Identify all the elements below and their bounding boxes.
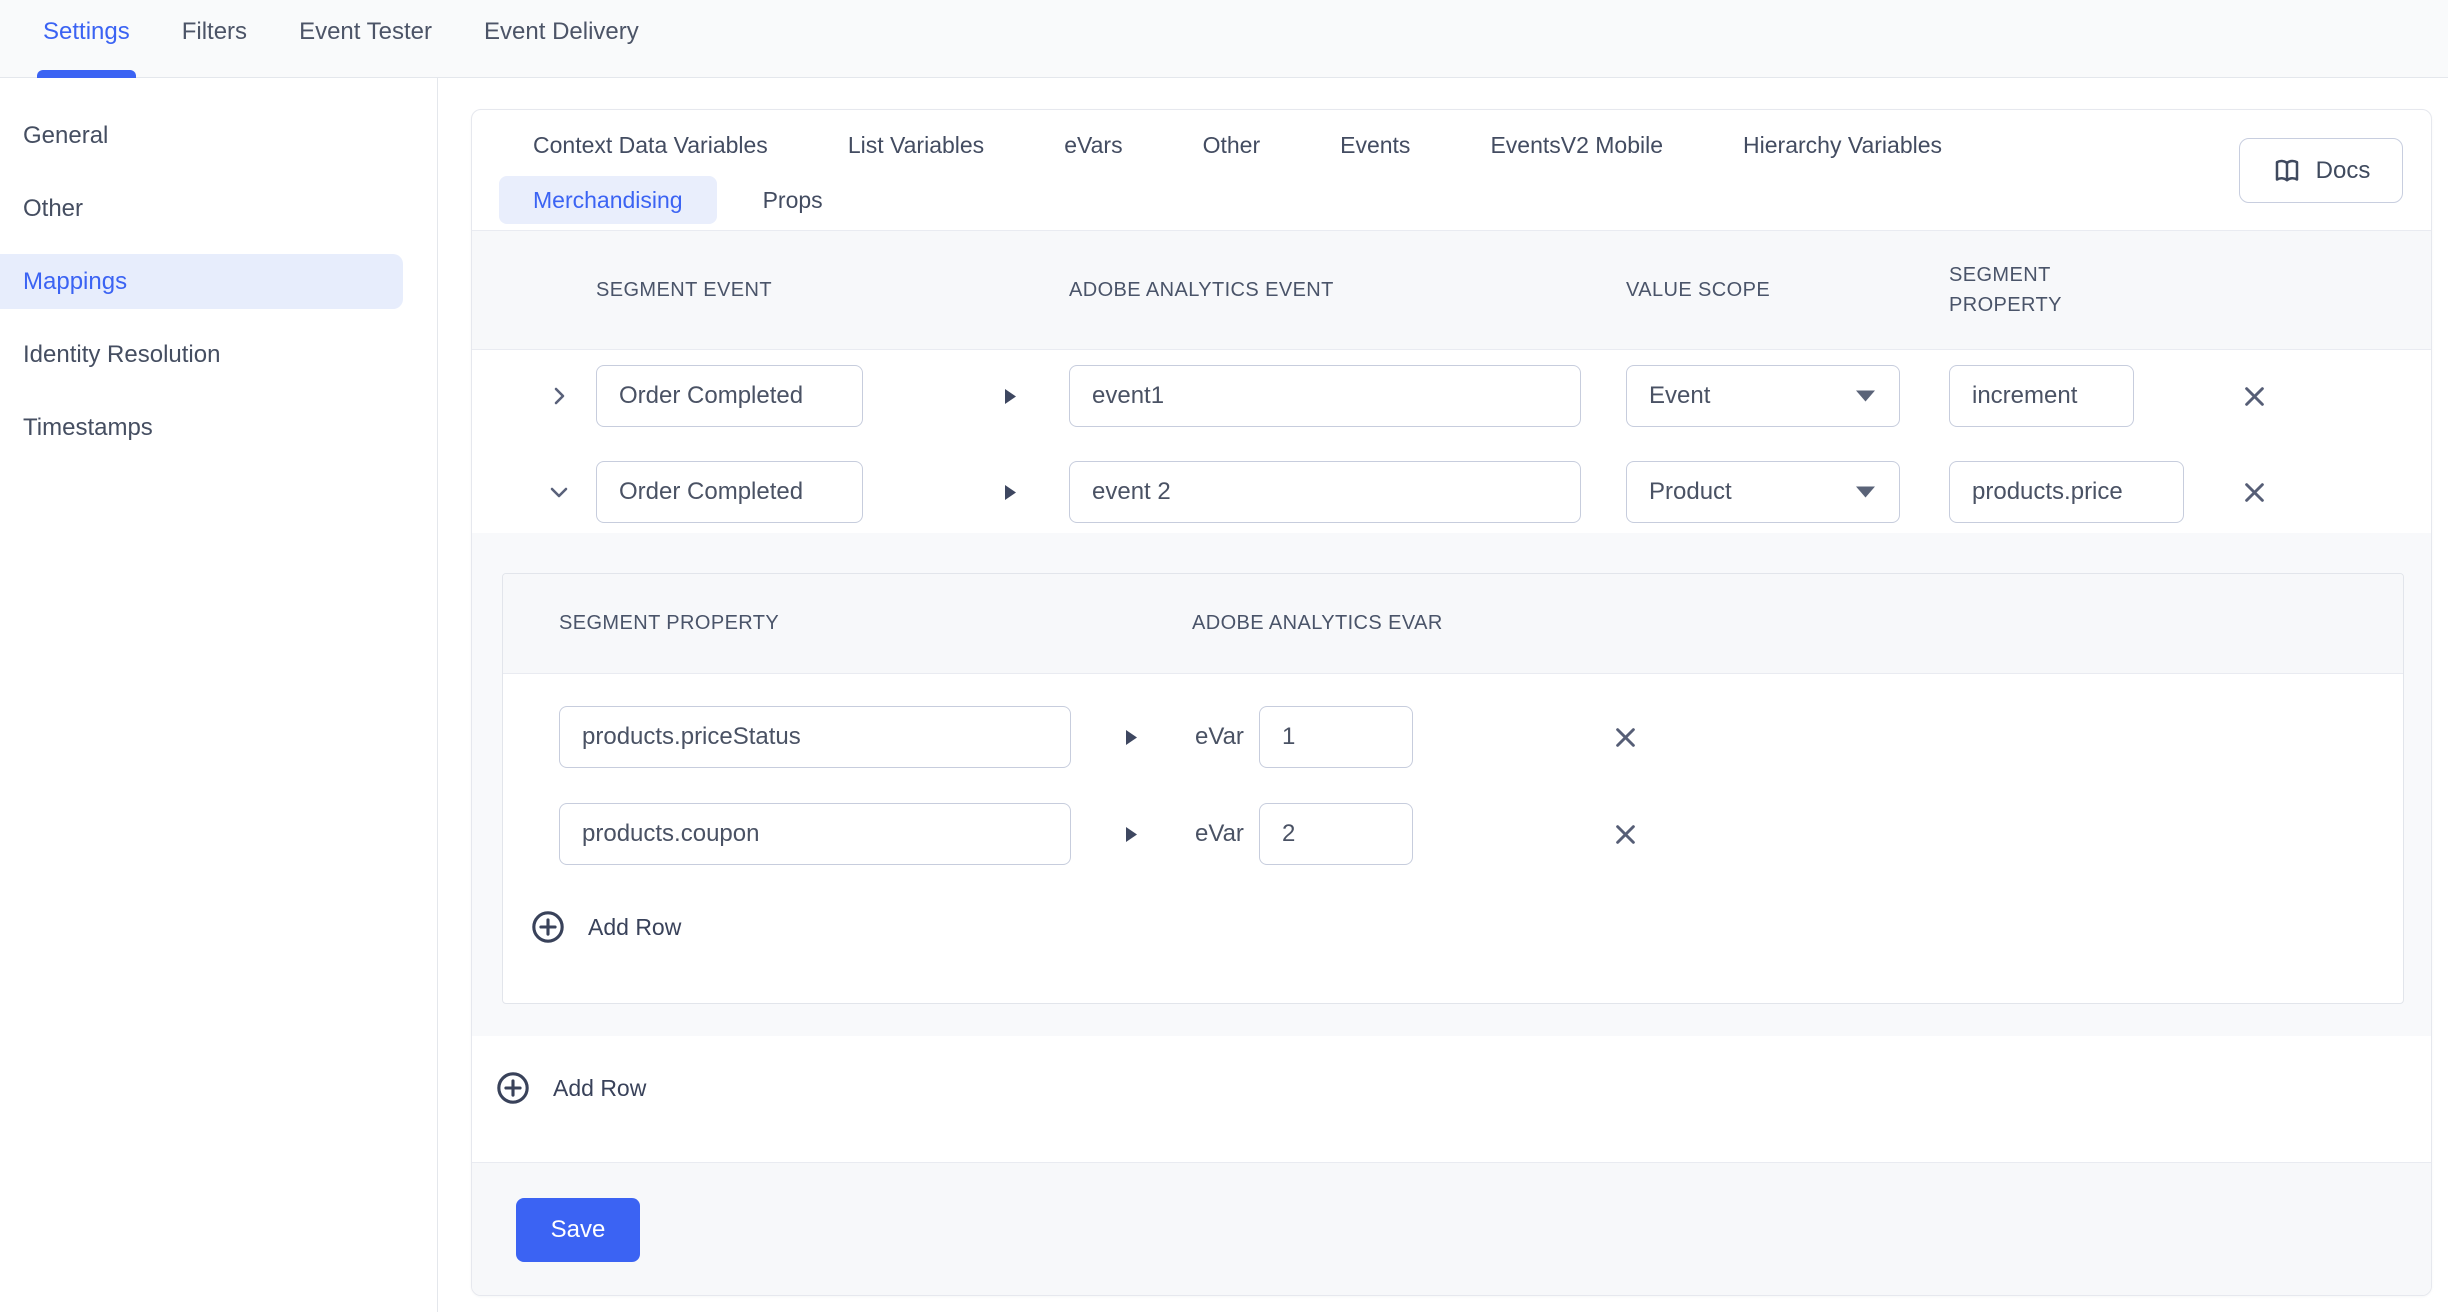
- top-nav: Settings Filters Event Tester Event Deli…: [0, 0, 2448, 78]
- tab-props[interactable]: Props: [763, 187, 823, 214]
- evar-subtable-header: SEGMENT PROPERTY ADOBE ANALYTICS EVAR: [503, 574, 2403, 674]
- maps-to-arrow-icon: [1125, 729, 1138, 746]
- tab-merchandising-active[interactable]: Merchandising: [499, 176, 717, 224]
- mapping-row-1: Event: [472, 365, 2431, 427]
- value-scope-selected: Product: [1649, 478, 1732, 506]
- column-header-adobe-analytics-evar: ADOBE ANALYTICS EVAR: [1192, 574, 1443, 673]
- close-icon: [2241, 479, 2268, 506]
- plus-circle-icon: [496, 1071, 530, 1105]
- evar-subtable-card: SEGMENT PROPERTY ADOBE ANALYTICS EVAR eV…: [502, 573, 2404, 1004]
- value-scope-select[interactable]: Product: [1626, 461, 1900, 523]
- tab-hierarchy-variables[interactable]: Hierarchy Variables: [1743, 132, 1942, 159]
- segment-event-input[interactable]: [596, 365, 863, 427]
- sidebar-item-mappings[interactable]: Mappings: [0, 254, 403, 309]
- segment-property-input[interactable]: [1949, 365, 2134, 427]
- variable-tabs-row1: Context Data Variables List Variables eV…: [533, 132, 1942, 159]
- maps-to-arrow-icon: [1125, 826, 1138, 843]
- value-scope-select[interactable]: Event: [1626, 365, 1900, 427]
- adobe-analytics-event-input[interactable]: [1069, 365, 1581, 427]
- segment-property-input[interactable]: [559, 706, 1071, 768]
- tab-evars[interactable]: eVars: [1064, 132, 1122, 159]
- column-header-adobe-analytics-event: ADOBE ANALYTICS EVENT: [1069, 231, 1334, 349]
- card-footer: Save: [472, 1162, 2431, 1295]
- segment-event-input[interactable]: [596, 461, 863, 523]
- tab-eventsv2-mobile[interactable]: EventsV2 Mobile: [1490, 132, 1663, 159]
- table-add-row-button[interactable]: Add Row: [496, 1057, 646, 1119]
- caret-down-icon: [1856, 487, 1875, 498]
- subtable-add-row-button[interactable]: Add Row: [531, 896, 681, 958]
- nav-tab-settings[interactable]: Settings: [43, 0, 130, 78]
- variable-tabs-row2: Merchandising Props: [499, 176, 823, 224]
- value-scope-selected: Event: [1649, 382, 1710, 410]
- evar-row-2: eVar: [503, 803, 2403, 865]
- plus-circle-icon: [531, 910, 565, 944]
- mappings-table-header: SEGMENT EVENT ADOBE ANALYTICS EVENT VALU…: [472, 230, 2431, 350]
- evar-prefix-label: eVar: [1195, 803, 1251, 865]
- add-row-label: Add Row: [553, 1075, 646, 1102]
- sidebar-item-other[interactable]: Other: [0, 181, 403, 236]
- add-row-label: Add Row: [588, 914, 681, 941]
- sidebar-item-timestamps[interactable]: Timestamps: [0, 400, 403, 455]
- mappings-rows: Event Product: [472, 350, 2431, 533]
- tab-events[interactable]: Events: [1340, 132, 1410, 159]
- segment-property-input[interactable]: [559, 803, 1071, 865]
- settings-sidebar: General Other Mappings Identity Resoluti…: [0, 78, 438, 1312]
- caret-down-icon: [1856, 391, 1875, 402]
- chevron-right-icon: [547, 384, 571, 408]
- maps-to-arrow-icon: [1004, 388, 1017, 405]
- column-header-segment-property: SEGMENT PROPERTY: [559, 574, 779, 673]
- close-icon: [1612, 724, 1639, 751]
- remove-row-button[interactable]: [1599, 706, 1651, 768]
- docs-button-label: Docs: [2316, 157, 2371, 185]
- remove-row-button[interactable]: [1599, 803, 1651, 865]
- sidebar-item-identity-resolution[interactable]: Identity Resolution: [0, 327, 403, 382]
- expand-row-button[interactable]: [544, 365, 574, 427]
- maps-to-arrow-icon: [1004, 484, 1017, 501]
- column-header-segment-property: SEGMENT PROPERTY: [1949, 231, 2099, 349]
- nav-tab-filters[interactable]: Filters: [182, 0, 247, 78]
- chevron-down-icon: [547, 480, 571, 504]
- column-header-value-scope: VALUE SCOPE: [1626, 231, 1770, 349]
- evar-number-input[interactable]: [1259, 803, 1413, 865]
- evar-row-1: eVar: [503, 706, 2403, 768]
- close-icon: [1612, 821, 1639, 848]
- mapping-row-2: Product: [472, 461, 2431, 523]
- nav-tab-event-tester[interactable]: Event Tester: [299, 0, 432, 78]
- tab-list-variables[interactable]: List Variables: [848, 132, 984, 159]
- segment-property-input[interactable]: [1949, 461, 2184, 523]
- close-icon: [2241, 383, 2268, 410]
- variable-tabs-area: Context Data Variables List Variables eV…: [472, 110, 2431, 230]
- tab-context-data-variables[interactable]: Context Data Variables: [533, 132, 768, 159]
- column-header-segment-event: SEGMENT EVENT: [596, 231, 772, 349]
- collapse-row-button[interactable]: [544, 461, 574, 523]
- evar-prefix-label: eVar: [1195, 706, 1251, 768]
- docs-button[interactable]: Docs: [2239, 138, 2403, 203]
- sidebar-item-general[interactable]: General: [0, 108, 403, 163]
- remove-row-button[interactable]: [2228, 365, 2280, 427]
- evar-number-input[interactable]: [1259, 706, 1413, 768]
- adobe-analytics-event-input[interactable]: [1069, 461, 1581, 523]
- mappings-card: Context Data Variables List Variables eV…: [471, 109, 2432, 1296]
- tab-other[interactable]: Other: [1203, 132, 1261, 159]
- remove-row-button[interactable]: [2228, 461, 2280, 523]
- nav-tab-event-delivery[interactable]: Event Delivery: [484, 0, 639, 78]
- expanded-row-panel: SEGMENT PROPERTY ADOBE ANALYTICS EVAR eV…: [472, 533, 2431, 1036]
- save-button[interactable]: Save: [516, 1198, 640, 1262]
- open-book-icon: [2272, 156, 2302, 186]
